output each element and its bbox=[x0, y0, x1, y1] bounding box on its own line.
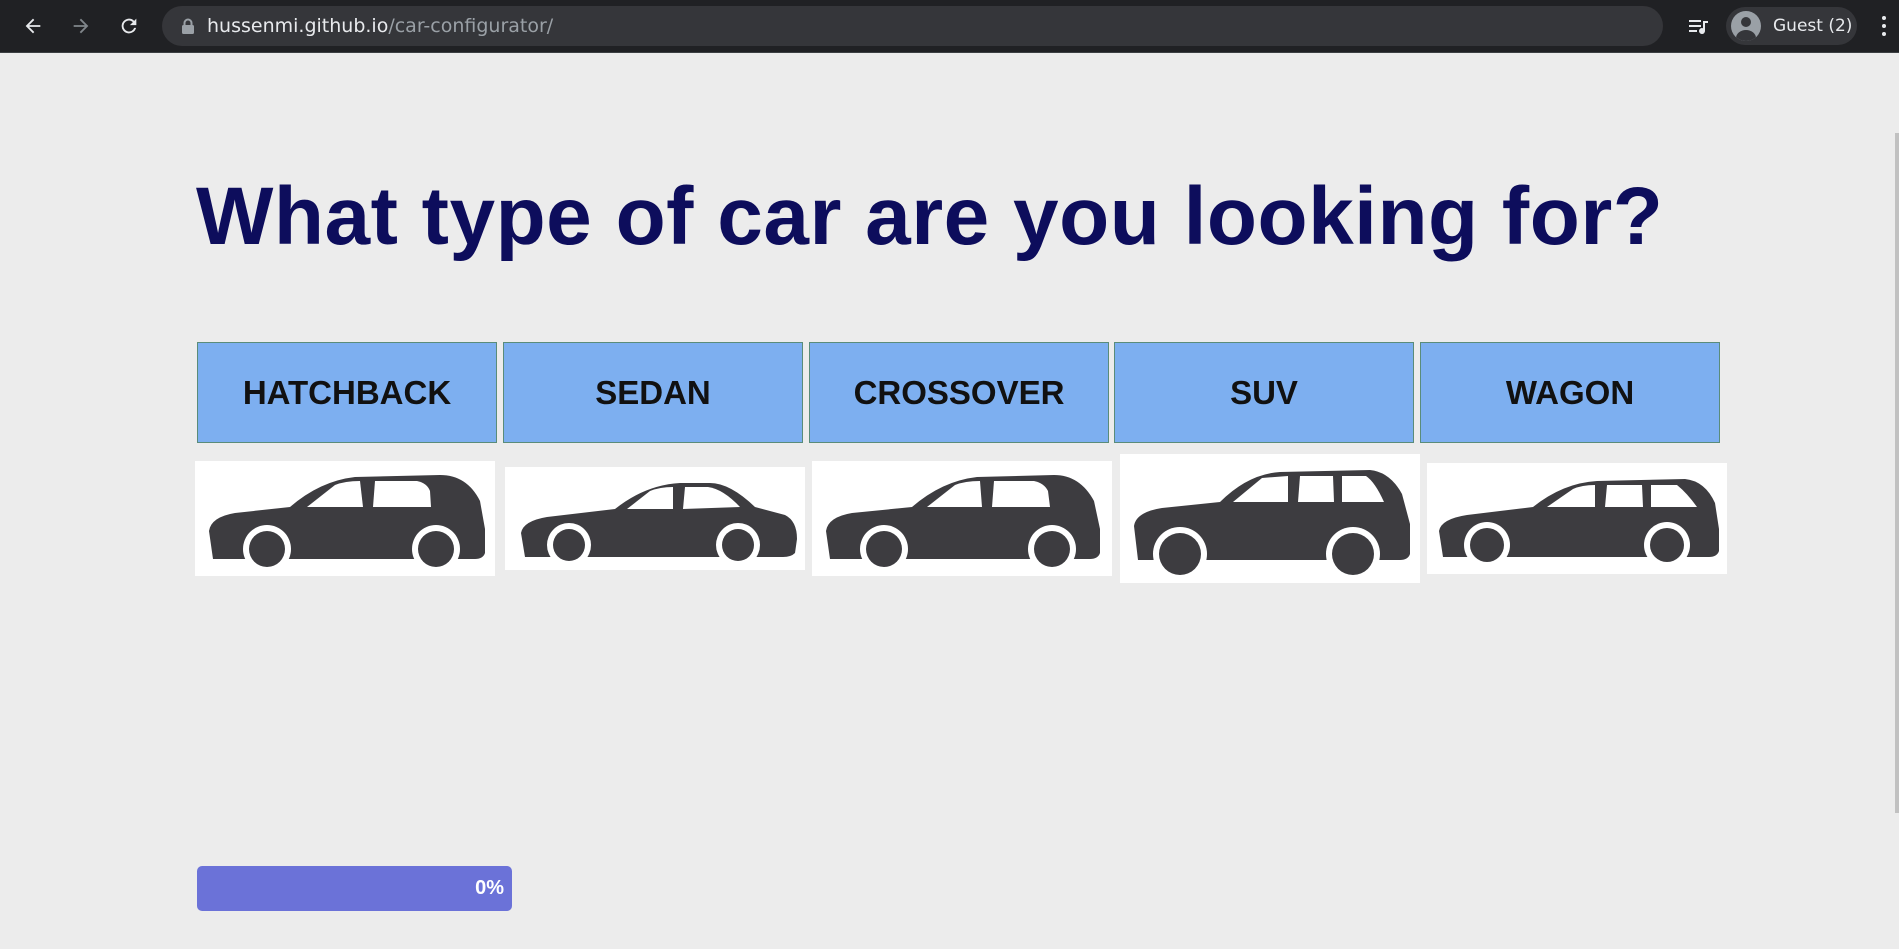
wagon-car-icon[interactable] bbox=[1427, 463, 1727, 574]
tab-search-button[interactable] bbox=[1684, 12, 1712, 40]
question-heading: What type of car are you looking for? bbox=[196, 171, 1664, 262]
option-suv-button[interactable]: SUV bbox=[1114, 342, 1414, 443]
reload-icon bbox=[121, 18, 137, 34]
progress-bar: 0% bbox=[197, 866, 512, 911]
browser-toolbar: hussenmi.github.io/car-configurator/ Gue… bbox=[0, 0, 1899, 53]
option-hatchback-button[interactable]: HATCHBACK bbox=[197, 342, 497, 443]
address-bar[interactable]: hussenmi.github.io/car-configurator/ bbox=[162, 6, 1663, 46]
back-icon bbox=[25, 18, 41, 34]
option-wagon-button[interactable]: WAGON bbox=[1420, 342, 1720, 443]
option-crossover-button[interactable]: CROSSOVER bbox=[809, 342, 1109, 443]
option-sedan-button[interactable]: SEDAN bbox=[503, 342, 803, 443]
tab-search-icon bbox=[1689, 20, 1708, 35]
scroll-thumb[interactable] bbox=[1895, 133, 1899, 813]
forward-button[interactable] bbox=[65, 10, 97, 42]
crossover-car-icon[interactable] bbox=[812, 461, 1112, 576]
sedan-car-icon[interactable] bbox=[505, 467, 805, 570]
lock-icon bbox=[182, 18, 194, 34]
back-button[interactable] bbox=[17, 10, 49, 42]
reload-button[interactable] bbox=[113, 10, 145, 42]
forward-icon bbox=[73, 18, 89, 34]
profile-avatar-icon bbox=[1731, 11, 1761, 41]
profile-button[interactable]: Guest (2) bbox=[1726, 7, 1857, 45]
suv-car-icon[interactable] bbox=[1120, 454, 1420, 583]
profile-label: Guest (2) bbox=[1773, 16, 1853, 36]
page-scrollbar[interactable] bbox=[1893, 53, 1899, 949]
url-text: hussenmi.github.io/car-configurator/ bbox=[207, 15, 554, 37]
hatchback-car-icon[interactable] bbox=[195, 461, 495, 576]
progress-label: 0% bbox=[475, 877, 504, 899]
kebab-menu-icon[interactable] bbox=[1876, 12, 1892, 40]
